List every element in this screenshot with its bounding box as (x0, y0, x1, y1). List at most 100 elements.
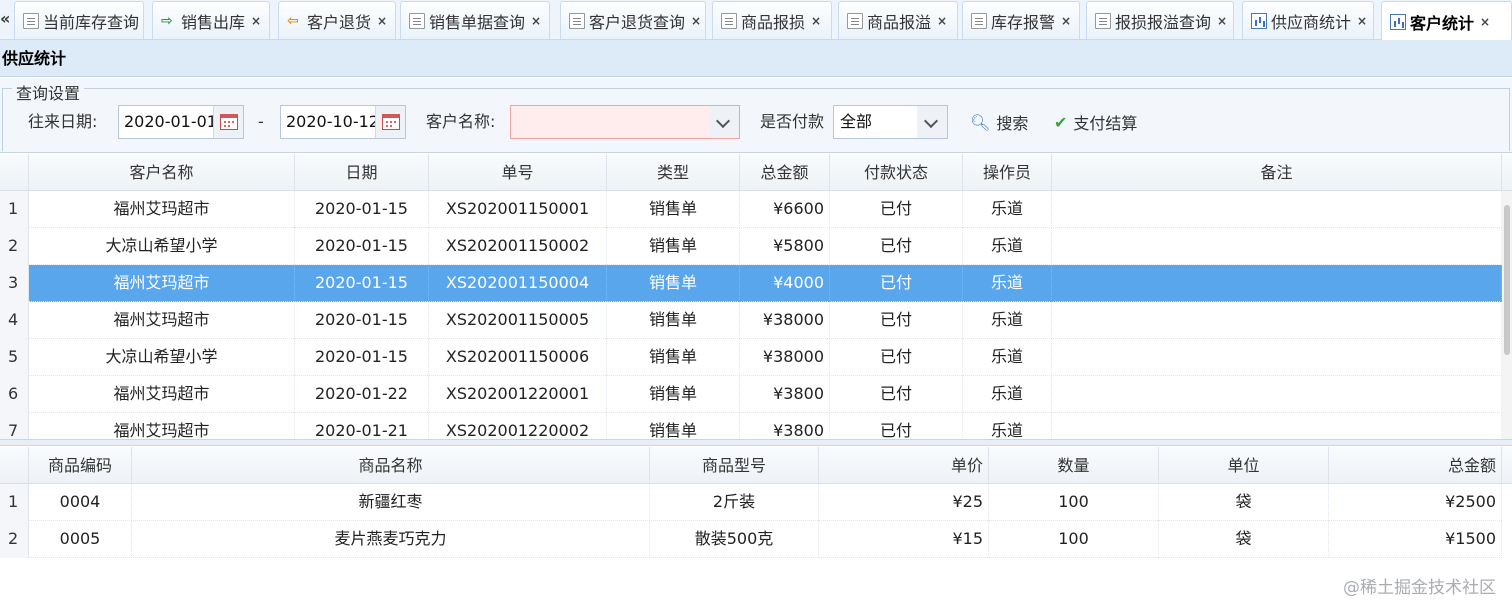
close-icon[interactable]: × (1061, 14, 1071, 28)
table-row[interactable]: 4 福州艾玛超市 2020-01-15 XS202001150005 销售单 ¥38000… (0, 302, 1502, 339)
cell-no: XS202001150002 (429, 228, 607, 265)
column-header[interactable]: 付款状态 (830, 154, 963, 191)
cell-no: XS202001150005 (429, 302, 607, 339)
column-header[interactable]: 总金额 (740, 154, 830, 191)
close-icon[interactable]: × (531, 14, 541, 28)
paid-filter-value: 全部 (840, 112, 873, 131)
row-number-header (0, 447, 29, 484)
cell-no: XS202001220001 (429, 376, 607, 413)
watermark: @稀土掘金技术社区 (1343, 578, 1496, 598)
date-to-field[interactable]: 2020-10-12 (280, 105, 406, 139)
column-header[interactable]: 备注 (1052, 154, 1502, 191)
tab-label: 供应商统计 (1271, 12, 1352, 32)
checkmark-icon: ✔ (1054, 112, 1068, 132)
column-header[interactable]: 日期 (295, 154, 429, 191)
tab-label: 销售单据查询 (429, 12, 526, 32)
document-icon (1095, 12, 1111, 29)
calendar-icon (382, 114, 400, 130)
close-icon[interactable]: × (691, 14, 701, 28)
items-grid: 商品编码 商品名称 商品型号 单价 数量 单位 总金额 1 0004 新疆红枣 2斤装 ¥25 100… (0, 447, 1512, 559)
chevron-down-icon[interactable] (917, 106, 947, 138)
close-icon[interactable]: × (1217, 14, 1227, 28)
column-header[interactable]: 数量 (989, 447, 1159, 484)
tab-9[interactable]: 报损报溢查询 × (1086, 1, 1234, 39)
paid-filter-select[interactable]: 全部 (833, 105, 948, 139)
tab-4[interactable]: 销售单据查询 × (400, 1, 550, 39)
date-from-field[interactable]: 2020-01-01 (118, 105, 244, 139)
date-to-calendar-button[interactable] (375, 106, 405, 138)
document-icon (569, 12, 585, 29)
tab-7[interactable]: 商品报溢 × (838, 1, 958, 39)
cell-status: 已付 (830, 191, 963, 228)
tab-10[interactable]: 供应商统计 × (1242, 1, 1374, 39)
close-icon[interactable]: × (811, 14, 821, 28)
table-row[interactable]: 3 福州艾玛超市 2020-01-15 XS202001150004 销售单 ¥4000 已… (0, 265, 1502, 302)
search-button[interactable]: 🔍︎ 搜索 (970, 108, 1028, 136)
table-row[interactable]: 6 福州艾玛超市 2020-01-22 XS202001220001 销售单 ¥3800 已… (0, 376, 1502, 413)
column-header[interactable]: 商品型号 (650, 447, 819, 484)
chart-icon (1390, 13, 1406, 30)
tab-3[interactable]: ⇦ 客户退货 × (278, 1, 396, 39)
cell-operator: 乐道 (963, 228, 1052, 265)
row-number: 2 (0, 228, 29, 265)
table-row[interactable]: 7 福州艾玛超市 2020-01-21 XS202001220002 销售单 ¥3800 已… (0, 413, 1502, 439)
close-icon[interactable]: × (1480, 15, 1490, 29)
column-header[interactable]: 单位 (1159, 447, 1329, 484)
column-header[interactable]: 商品名称 (132, 447, 650, 484)
date-to-value: 2020-10-12 (286, 112, 379, 131)
tab-label: 客户退货查询 (589, 12, 686, 32)
orders-grid-header: 客户名称 日期 单号 类型 总金额 付款状态 操作员 备注 (0, 154, 1512, 191)
table-row[interactable]: 2 0005 麦片燕麦巧克力 散装500克 ¥15 100 袋 ¥1500 (0, 521, 1502, 558)
chevron-down-icon[interactable] (709, 106, 739, 138)
tab-1[interactable]: 当前库存查询× (14, 1, 144, 39)
cell-qty: 100 (989, 521, 1159, 558)
tab-5[interactable]: 客户退货查询 × (560, 1, 706, 39)
cell-code: 0005 (29, 521, 132, 558)
tab-8[interactable]: 库存报警 × (962, 1, 1080, 39)
cell-customer: 大凉山希望小学 (29, 339, 295, 376)
pay-settlement-button[interactable]: ✔ 支付结算 (1054, 108, 1137, 136)
cell-note (1052, 339, 1502, 376)
row-number: 7 (0, 413, 29, 439)
tab-scroll-left-icon[interactable]: « (0, 6, 14, 32)
column-header[interactable]: 单号 (429, 154, 607, 191)
close-icon[interactable]: × (1357, 14, 1367, 28)
scrollbar-thumb[interactable] (1504, 205, 1510, 355)
table-row[interactable]: 1 福州艾玛超市 2020-01-15 XS202001150001 销售单 ¥6600 已… (0, 191, 1502, 228)
tab-11[interactable]: 客户统计 × (1381, 1, 1512, 41)
cell-customer: 大凉山希望小学 (29, 228, 295, 265)
cell-unit: 袋 (1159, 484, 1329, 521)
cell-customer: 福州艾玛超市 (29, 191, 295, 228)
close-icon[interactable]: × (251, 14, 261, 28)
close-icon[interactable]: × (377, 14, 387, 28)
cell-date: 2020-01-15 (295, 265, 429, 302)
orders-grid-scrollbar[interactable] (1502, 191, 1512, 439)
cell-status: 已付 (830, 228, 963, 265)
date-from-calendar-button[interactable] (213, 106, 243, 138)
cell-type: 销售单 (607, 376, 740, 413)
column-header[interactable]: 总金额 (1329, 447, 1502, 484)
cell-model: 2斤装 (650, 484, 819, 521)
cell-date: 2020-01-21 (295, 413, 429, 439)
column-header[interactable]: 商品编码 (29, 447, 132, 484)
tab-2[interactable]: ⇨ 销售出库 × (152, 1, 270, 39)
cell-name: 麦片燕麦巧克力 (132, 521, 650, 558)
column-header[interactable]: 客户名称 (29, 154, 295, 191)
row-number: 4 (0, 302, 29, 339)
table-row[interactable]: 5 大凉山希望小学 2020-01-15 XS202001150006 销售单 ¥3800… (0, 339, 1502, 376)
column-header[interactable]: 单价 (819, 447, 989, 484)
tab-6[interactable]: 商品报损 × (712, 1, 832, 39)
cell-unit: 袋 (1159, 521, 1329, 558)
column-header[interactable]: 类型 (607, 154, 740, 191)
table-row[interactable]: 2 大凉山希望小学 2020-01-15 XS202001150002 销售单 ¥5800… (0, 228, 1502, 265)
cell-operator: 乐道 (963, 413, 1052, 439)
cell-note (1052, 302, 1502, 339)
table-row[interactable]: 1 0004 新疆红枣 2斤装 ¥25 100 袋 ¥2500 (0, 484, 1502, 521)
cell-note (1052, 413, 1502, 439)
cell-date: 2020-01-15 (295, 228, 429, 265)
calendar-icon (220, 114, 238, 130)
customer-name-combobox[interactable] (510, 105, 740, 139)
column-header[interactable]: 操作员 (963, 154, 1052, 191)
close-icon[interactable]: × (937, 14, 947, 28)
grid-splitter[interactable] (0, 439, 1512, 446)
